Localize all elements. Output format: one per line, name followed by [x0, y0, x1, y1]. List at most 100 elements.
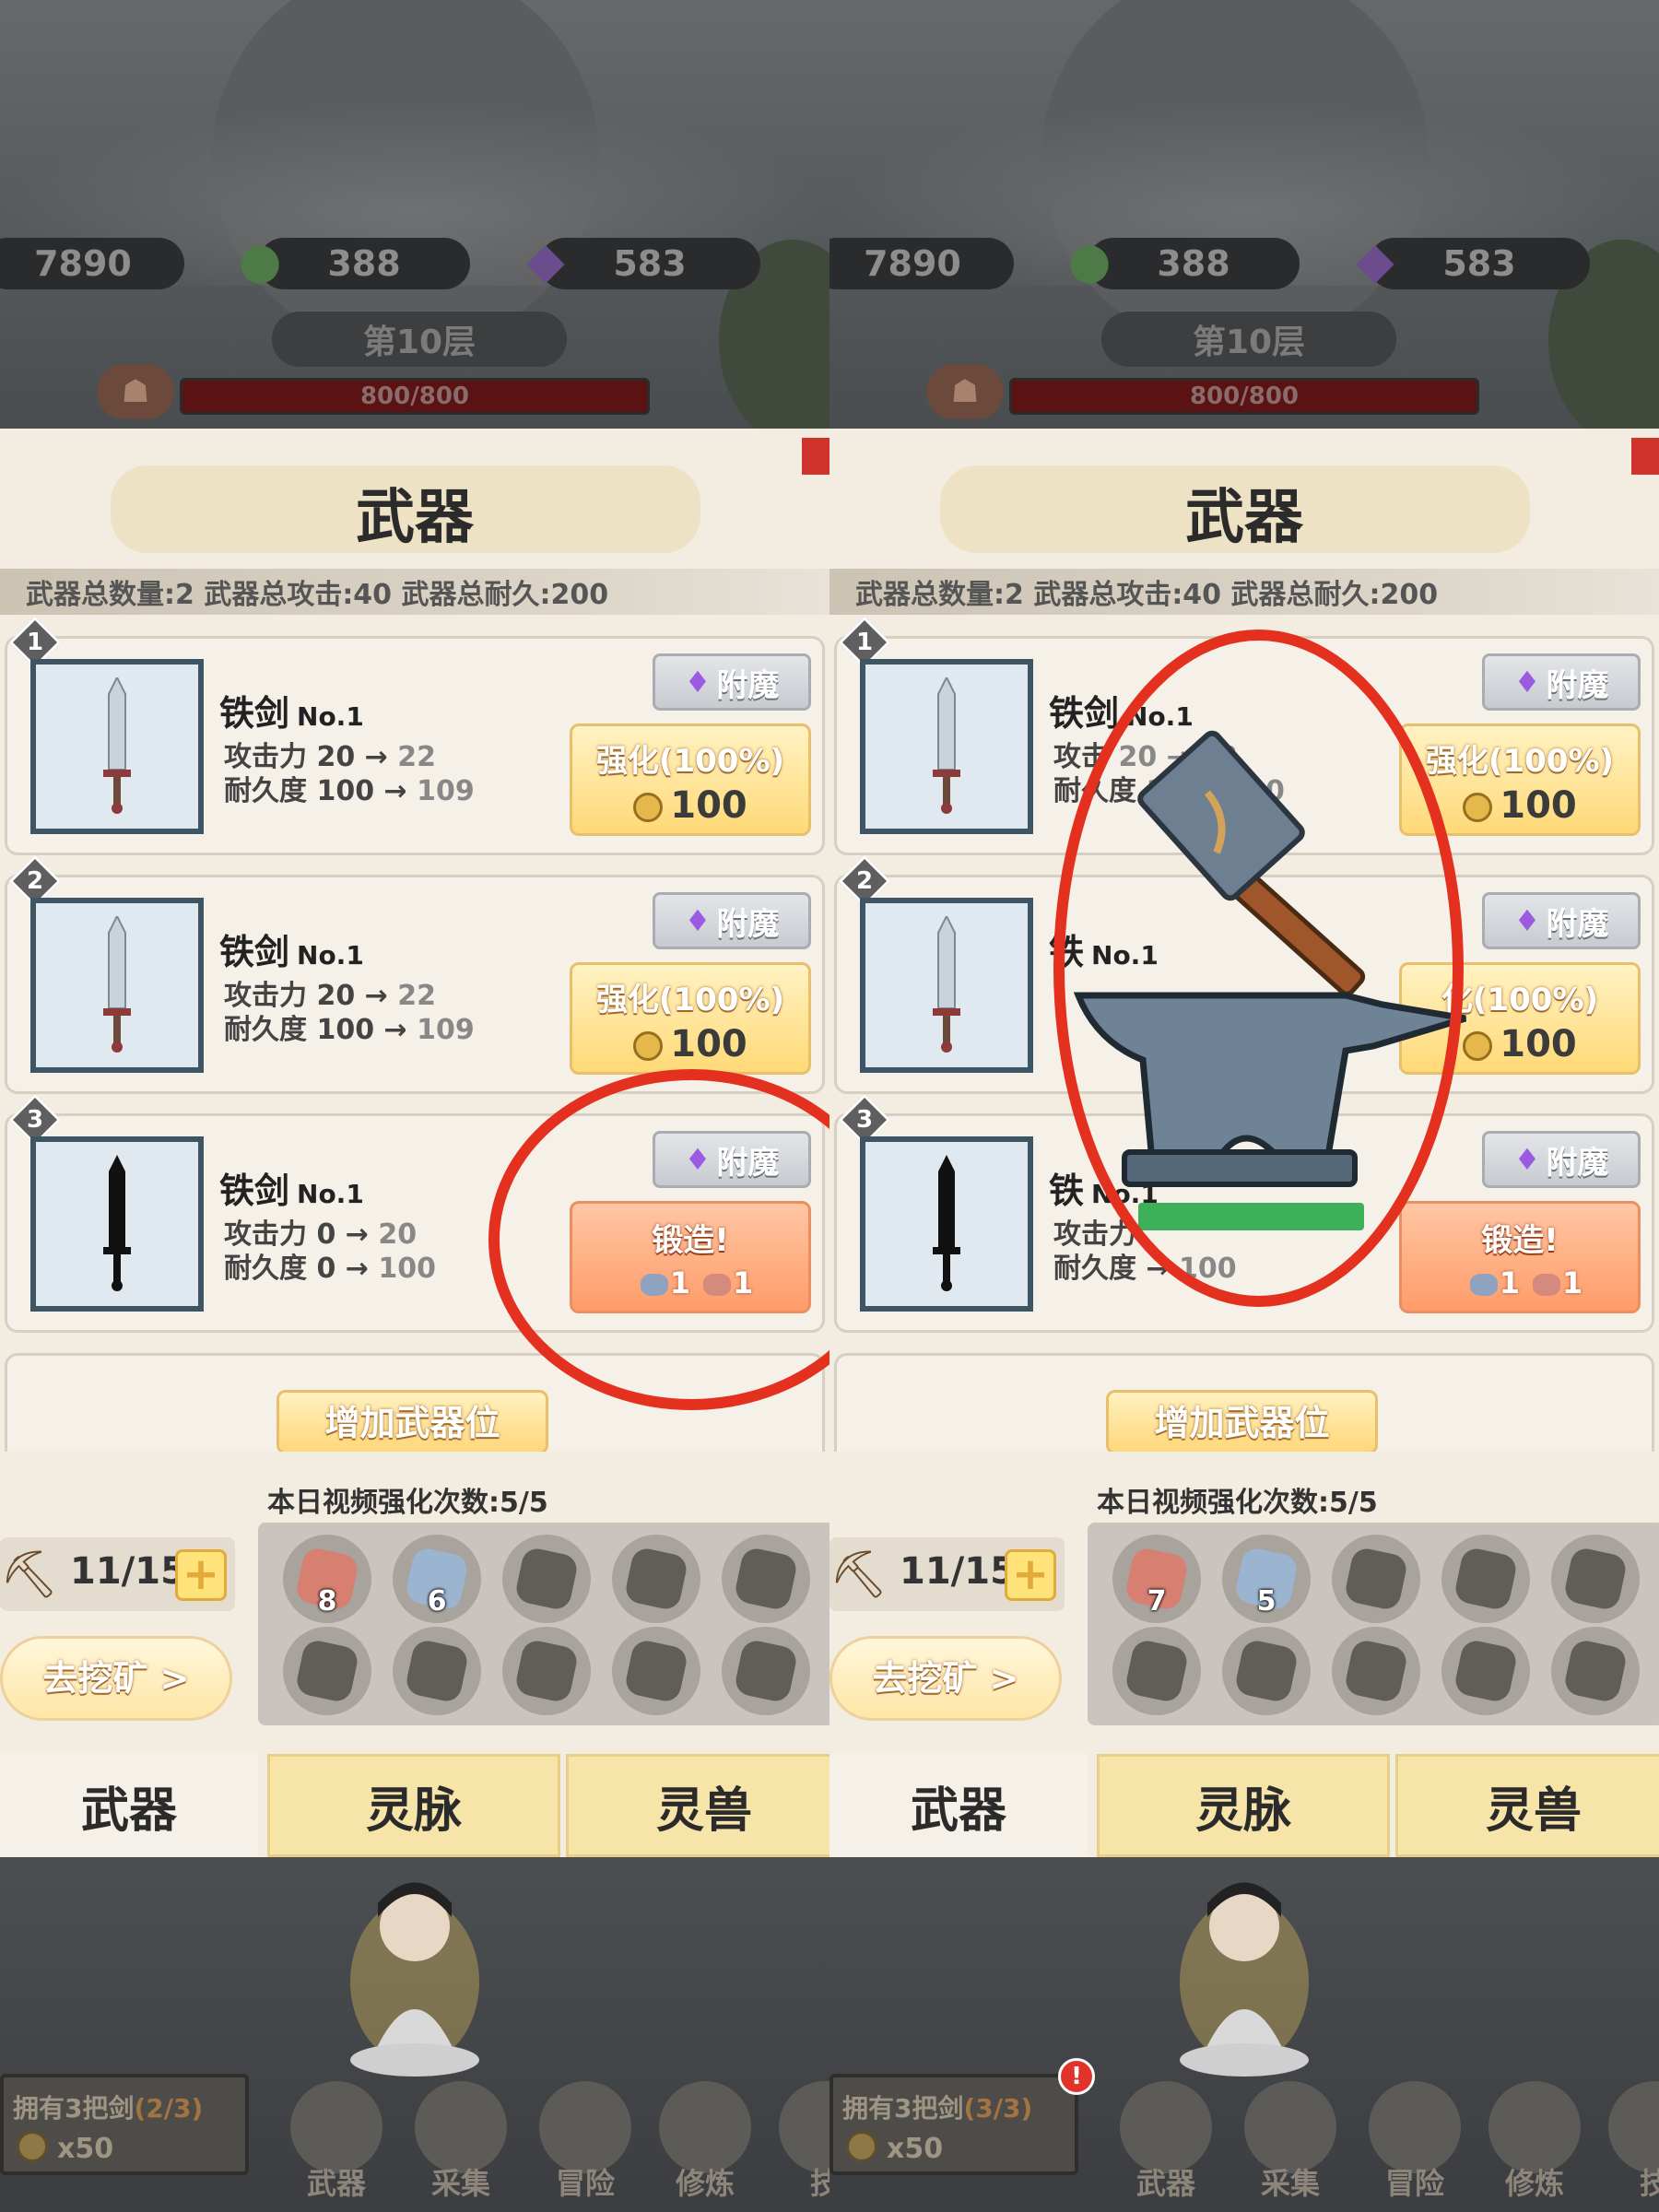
tab-spirit-vein[interactable]: 灵脉	[1097, 1754, 1390, 1857]
blue-ore-icon	[640, 1274, 668, 1296]
nav-cultivate[interactable]: 修炼	[654, 2081, 756, 2210]
weapon-image-locked[interactable]	[30, 1136, 204, 1312]
pickaxe-count: 11/15	[900, 1550, 1016, 1593]
tab-weapon[interactable]: 武器	[0, 1754, 258, 1857]
upgrade-button[interactable]: 强化(100%) 100	[570, 724, 811, 836]
nav-weapon[interactable]: 武器	[286, 2081, 387, 2210]
nav-skill[interactable]: 技	[1604, 2081, 1659, 2210]
weapon-image[interactable]	[860, 659, 1033, 834]
nav-gather[interactable]: 采集	[1240, 2081, 1341, 2210]
green-resource-counter[interactable]: 388	[258, 238, 470, 289]
ore-slot-locked[interactable]	[612, 1627, 700, 1715]
nav-adventure[interactable]: 冒险	[535, 2081, 636, 2210]
tab-spirit-beast[interactable]: 灵兽	[1395, 1754, 1659, 1857]
ore-slot[interactable]: 7	[1112, 1535, 1201, 1623]
go-mining-button[interactable]: 去挖矿 >	[0, 1636, 232, 1721]
ore-slot-locked[interactable]	[722, 1535, 810, 1623]
ore-slot-locked[interactable]	[722, 1627, 810, 1715]
screen-before: 7890 388 ● 583 ◆ 第10层 ☗ 800/800 武器 武器总数量…	[0, 0, 830, 2212]
weapon-image-locked[interactable]	[860, 1136, 1033, 1312]
tab-spirit-beast[interactable]: 灵兽	[566, 1754, 830, 1857]
floor-title: 第10层	[1101, 312, 1396, 367]
owned-swords-box[interactable]: 拥有3把剑(2/3) x50	[0, 2074, 249, 2175]
ore-slot-locked[interactable]	[502, 1627, 591, 1715]
gold-counter[interactable]: 7890	[830, 238, 1014, 289]
weapon-name: 铁剑 No.1	[219, 693, 364, 734]
forging-animation	[1073, 730, 1467, 1187]
add-pickaxe-button[interactable]: +	[175, 1549, 227, 1601]
ore-slot-locked[interactable]	[283, 1627, 371, 1715]
meditating-hero	[1180, 1882, 1309, 2077]
upgrade-button[interactable]: 强化(100%) 100	[570, 962, 811, 1075]
ore-slot[interactable]: 8	[283, 1535, 371, 1623]
purple-flame-icon: ♦	[684, 903, 712, 938]
durability-stat: 耐久度 100 → 109	[224, 775, 475, 807]
durability-stat: 耐久度 100 → 109	[224, 1014, 475, 1046]
nav-weapon[interactable]: 武器	[1115, 2081, 1217, 2210]
enchant-button[interactable]: ♦ 附魔	[1482, 653, 1641, 711]
purple-flame-icon: ♦	[1513, 903, 1541, 938]
comparison-stage: 7890 388 ● 583 ◆ 第10层 ☗ 800/800 武器 武器总数量…	[0, 0, 1659, 2212]
weapon-image[interactable]	[30, 898, 204, 1073]
ore-slot-locked[interactable]	[1112, 1627, 1201, 1715]
forge-button[interactable]: 锻造! 11	[570, 1201, 811, 1313]
weapon-image[interactable]	[860, 898, 1033, 1073]
ore-inventory: 8 6	[258, 1523, 830, 1725]
go-mining-button[interactable]: 去挖矿 >	[830, 1636, 1062, 1721]
ore-slot-locked[interactable]	[1441, 1535, 1530, 1623]
coin-icon	[846, 2131, 877, 2162]
ore-slot-locked[interactable]	[1222, 1627, 1311, 1715]
gold-counter[interactable]: 7890	[0, 238, 184, 289]
enchant-button[interactable]: ♦ 附魔	[653, 1131, 811, 1188]
ore-silhouette-icon	[404, 1638, 470, 1704]
green-gourd-icon[interactable]: ●	[230, 229, 289, 293]
add-pickaxe-button[interactable]: +	[1005, 1549, 1056, 1601]
green-resource-counter[interactable]: 388	[1088, 238, 1300, 289]
ore-slot-locked[interactable]	[393, 1627, 481, 1715]
nav-adventure[interactable]: 冒险	[1364, 2081, 1465, 2210]
ore-silhouette-icon	[733, 1638, 799, 1704]
purple-crystal-icon[interactable]: ◆	[1346, 229, 1405, 293]
purple-crystal-icon[interactable]: ◆	[516, 229, 575, 293]
enchant-button[interactable]: ♦ 附魔	[1482, 892, 1641, 949]
weapon-image[interactable]	[30, 659, 204, 834]
ore-silhouette-icon	[733, 1546, 799, 1612]
nav-skill[interactable]: 技	[774, 2081, 830, 2210]
ore-slot-locked[interactable]	[1332, 1627, 1420, 1715]
green-gourd-icon[interactable]: ●	[1060, 229, 1119, 293]
tab-spirit-vein[interactable]: 灵脉	[267, 1754, 560, 1857]
ore-slot-locked[interactable]	[1332, 1535, 1420, 1623]
ore-slot-locked[interactable]	[612, 1535, 700, 1623]
ore-inventory: 7 5	[1088, 1523, 1659, 1725]
ore-slot-locked[interactable]	[502, 1535, 591, 1623]
enchant-button[interactable]: ♦ 附魔	[1482, 1131, 1641, 1188]
crystal-icon	[415, 2081, 507, 2173]
map-icon	[539, 2081, 631, 2173]
close-flag-icon[interactable]	[802, 438, 830, 475]
nav-cultivate[interactable]: 修炼	[1484, 2081, 1585, 2210]
add-weapon-slot-button[interactable]: 增加武器位	[276, 1390, 548, 1454]
hammer-icon	[1120, 2081, 1212, 2173]
forge-progress-bar	[1138, 1203, 1364, 1230]
ore-silhouette-icon	[1233, 1638, 1300, 1704]
close-flag-icon[interactable]	[1631, 438, 1659, 475]
ore-slot[interactable]: 6	[393, 1535, 481, 1623]
purple-flame-icon: ♦	[684, 1142, 712, 1177]
enchant-button[interactable]: ♦ 附魔	[653, 892, 811, 949]
enchant-button[interactable]: ♦ 附魔	[653, 653, 811, 711]
owned-swords-box[interactable]: 拥有3把剑(3/3) x50	[830, 2074, 1078, 2175]
weapon-name: 铁剑 No.1	[219, 932, 364, 972]
ore-slot-locked[interactable]	[1441, 1627, 1530, 1715]
book-icon	[779, 2081, 830, 2173]
ore-slot-locked[interactable]	[1551, 1627, 1640, 1715]
nav-gather[interactable]: 采集	[410, 2081, 512, 2210]
ore-slot-locked[interactable]	[1551, 1535, 1640, 1623]
ore-silhouette-icon	[1453, 1638, 1519, 1704]
ore-silhouette-icon	[1343, 1638, 1409, 1704]
add-weapon-slot-button[interactable]: 增加武器位	[1106, 1390, 1378, 1454]
ore-silhouette-icon	[513, 1638, 580, 1704]
weapon-stats-bar: 武器总数量:2 武器总攻击:40 武器总耐久:200	[830, 569, 1659, 615]
blue-ore-icon	[1469, 1274, 1498, 1296]
tab-weapon[interactable]: 武器	[830, 1754, 1088, 1857]
ore-slot[interactable]: 5	[1222, 1535, 1311, 1623]
